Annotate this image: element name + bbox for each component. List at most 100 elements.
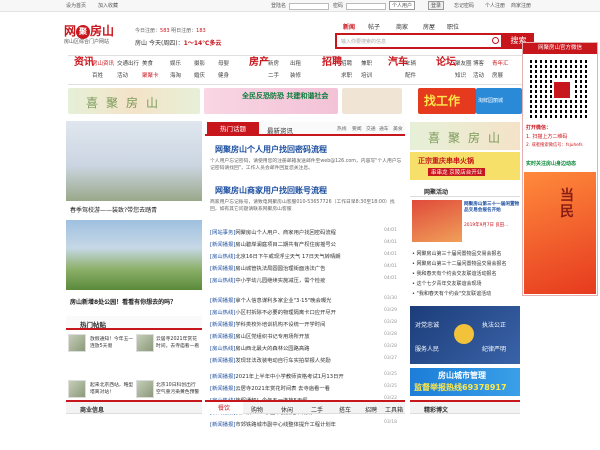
search-input[interactable]: 输入你要搜索的信息 — [335, 33, 503, 49]
banner-findjob[interactable]: 找工作 — [418, 88, 476, 114]
nav-link[interactable]: 装修 — [290, 71, 301, 79]
news-title[interactable]: 房山西北最大的森林公园路高路 — [235, 346, 309, 352]
nav-link[interactable]: 房展 — [492, 71, 503, 79]
news-item[interactable]: [新闻播报]2021年上半年中小学教师资格考试1月13日开 03/25 — [210, 372, 400, 380]
news-tag[interactable]: [新闻播报] — [210, 242, 235, 248]
nav-link[interactable]: 青年汇 — [492, 59, 509, 67]
nav-link[interactable]: 知识 — [455, 71, 466, 79]
news-item[interactable]: [新闻播报]房山碧岸澜庭项目二期共有产权住房摇号公 04/01 — [210, 240, 400, 248]
banner-juju[interactable]: 喜聚房山 — [68, 88, 200, 114]
post-thumb[interactable] — [136, 334, 154, 352]
event-item[interactable]: • 这个七夕青年交友联谊会现场 — [412, 280, 520, 287]
ad-police[interactable]: 对党忠诚 执法公正 服务人民 纪律严明 — [410, 306, 520, 364]
ad-hotpot[interactable]: 正宗重庆串串火锅 串串龙 京陵店台开业 — [410, 152, 520, 180]
nav-link[interactable]: 聚友圈 — [455, 59, 472, 67]
featured-image-1[interactable] — [66, 121, 202, 201]
search-tab-shops[interactable]: 商家 — [396, 22, 408, 31]
news-item[interactable]: [新闻播报]云居寺2021年赏花时间表 去寺庙看一看 03/25 — [210, 384, 400, 392]
news-tag[interactable]: [新闻播报] — [210, 422, 235, 428]
login-button[interactable]: 登录 — [428, 1, 445, 10]
post-thumb[interactable] — [68, 334, 86, 352]
ad-city-management[interactable]: 房山城市管理 监督举报热线69378917 — [410, 368, 520, 396]
banner-model[interactable] — [342, 88, 402, 114]
nav-link[interactable]: 博客 — [473, 59, 484, 67]
news-item[interactable]: [房山热线]中小学幼儿园继续实施减压，需个检疫 04/01 — [210, 276, 400, 284]
banner-antiterror[interactable]: 全民反恐防恐 共建和谐社会 — [204, 88, 338, 114]
topic-link[interactable]: 要闻 — [352, 125, 362, 132]
tab-shopping[interactable]: 购物 — [251, 405, 263, 414]
role-select[interactable]: 个人用户 — [389, 1, 416, 10]
news-title[interactable]: 学科类校外培训机构不设统一开学时间 — [235, 322, 325, 328]
news-title[interactable]: 发现非法改装电动自行车实拍举报人奖励 — [235, 358, 330, 364]
news-tag[interactable]: [新闻播报] — [210, 334, 235, 340]
username-input[interactable] — [289, 3, 329, 10]
news-tag[interactable]: [新闻播报] — [210, 374, 235, 380]
news-item[interactable]: [新闻播报]房山区党组织书记专用场所开放 03/28 — [210, 332, 400, 340]
nav-link[interactable]: 摄影 — [194, 59, 205, 67]
news-tag[interactable]: [房山热线] — [210, 346, 235, 352]
news-title[interactable]: 房山碧岸澜庭项目二期共有产权住房摇号公 — [235, 242, 336, 248]
event-item[interactable]: • "我和春天有个约会"交友联谊活动 — [412, 290, 520, 297]
tab-secondhand[interactable]: 二手 — [311, 405, 323, 414]
nav-link[interactable]: 美食 — [142, 59, 153, 67]
nav-link-card[interactable]: 聚聚卡 — [142, 71, 159, 79]
event-promo-title[interactable]: 网聚房山第三十一届闲置物品交易会报名开始 — [464, 202, 520, 214]
nav-link[interactable]: 婚庆 — [194, 71, 205, 79]
event-item[interactable]: • 网聚房山第三十二届闲置物品交易会报名 — [412, 260, 520, 267]
nav-link[interactable]: 海淘 — [170, 71, 181, 79]
hot-post-link[interactable]: 放假通知！今年五一连放5天假 — [90, 336, 134, 350]
news-title[interactable]: 拿个人信息谋利多家企业"3·15"晚会曝光 — [235, 298, 331, 304]
news-tag[interactable]: [房山热线] — [210, 278, 235, 284]
news-item[interactable]: [新闻播报]拿个人信息谋利多家企业"3·15"晚会曝光 03/30 — [210, 296, 400, 304]
nav-link[interactable]: 配件 — [405, 71, 416, 79]
tab-hot-topics[interactable]: 热门话题 — [207, 122, 259, 136]
news-tag[interactable]: [新闻播报] — [210, 322, 235, 328]
ad-juju[interactable]: 喜聚房山 — [410, 122, 520, 150]
tab-leisure[interactable]: 休闲 — [281, 405, 293, 414]
news-item[interactable]: [新闻播报]市郊铁路城市副中心线整体提升工程计划年 03/18 — [210, 420, 400, 428]
nav-link[interactable]: 活动 — [473, 71, 484, 79]
news-tag[interactable]: [网站事务] — [210, 230, 235, 236]
news-tag[interactable]: [新闻播报] — [210, 298, 235, 304]
nav-link[interactable]: 车辆 — [405, 59, 416, 67]
news-item[interactable]: [网站事务]网聚房山个人用户、商家用户找回密码流程 04/01 — [210, 228, 400, 236]
headline-1[interactable]: 网聚房山个人用户找回密码流程 — [215, 144, 327, 155]
news-title[interactable]: 网聚房山个人用户、商家用户找回密码流程 — [235, 230, 336, 236]
tab-dining[interactable]: 餐饮 — [205, 400, 243, 414]
news-item[interactable]: [房山热线]小区村拆除不必要的物理隔离卡口应开尽开 03/29 — [210, 308, 400, 316]
news-item[interactable]: [房山热线]房山西北最大的森林公园路高路 03/28 — [210, 344, 400, 352]
nav-link[interactable]: 招聘 — [341, 59, 352, 67]
news-tag[interactable]: [房山热线] — [210, 310, 235, 316]
featured-image-2[interactable] — [66, 220, 202, 290]
news-title[interactable]: 云居寺2021年赏花时间表 去寺庙看一看 — [235, 386, 330, 392]
register-link[interactable]: 个人注册 — [485, 2, 505, 9]
tab-jobs[interactable]: 招聘 — [365, 405, 377, 414]
tab-latest-news[interactable]: 最新资讯 — [267, 125, 293, 135]
news-tag[interactable]: [新闻播报] — [210, 358, 235, 364]
event-item[interactable]: • 我和春天有个约会交友联谊活动报名 — [412, 270, 520, 277]
nav-link[interactable]: 活动 — [117, 71, 128, 79]
news-title[interactable]: 市郊铁路城市副中心线整体提升工程计划年 — [235, 422, 336, 428]
nav-link[interactable]: 培训 — [361, 71, 372, 79]
nav-link[interactable]: 交通出行 — [117, 59, 139, 67]
nav-link[interactable]: 出租 — [290, 59, 301, 67]
news-title[interactable]: 中小学幼儿园继续实施减压，需个检疫 — [235, 278, 325, 284]
post-thumb[interactable] — [136, 380, 154, 398]
news-item[interactable]: [新闻播报]房山城管执法局圆圆治理街面违法广告 04/01 — [210, 264, 400, 272]
hot-post-link[interactable]: 起来北京西站，略型塔离对站！ — [90, 382, 134, 396]
post-thumb[interactable] — [68, 380, 86, 398]
news-item[interactable]: [新闻播报]发现非法改装电动自行车实拍举报人奖励 03/27 — [210, 356, 400, 364]
news-title[interactable]: 北京16日下午或现浮尘天气 17日天气转晴朗 — [235, 254, 340, 260]
headline-2[interactable]: 网聚房山商家用户找回账号流程 — [215, 185, 327, 196]
nav-link[interactable]: 房山资讯 — [92, 59, 114, 67]
topic-link[interactable]: 热线 — [337, 125, 347, 132]
news-tag[interactable]: [新闻播报] — [210, 386, 235, 392]
tab-carpool[interactable]: 搭车 — [339, 405, 351, 414]
search-tab-jobs[interactable]: 职位 — [447, 22, 459, 31]
hot-post-link[interactable]: 云居寺2021年赏花时间，去寺庙看一看 — [156, 336, 200, 350]
forgot-password-link[interactable]: 忘记密码 — [454, 2, 474, 9]
nav-link[interactable]: 新房 — [268, 59, 279, 67]
featured-caption-2[interactable]: 房山新增8处公园！看看有你想去的吗？ — [70, 297, 176, 306]
news-title[interactable]: 小区村拆除不必要的物理隔离卡口应开尽开 — [235, 310, 336, 316]
set-home-link[interactable]: 设为首页 — [66, 2, 86, 9]
